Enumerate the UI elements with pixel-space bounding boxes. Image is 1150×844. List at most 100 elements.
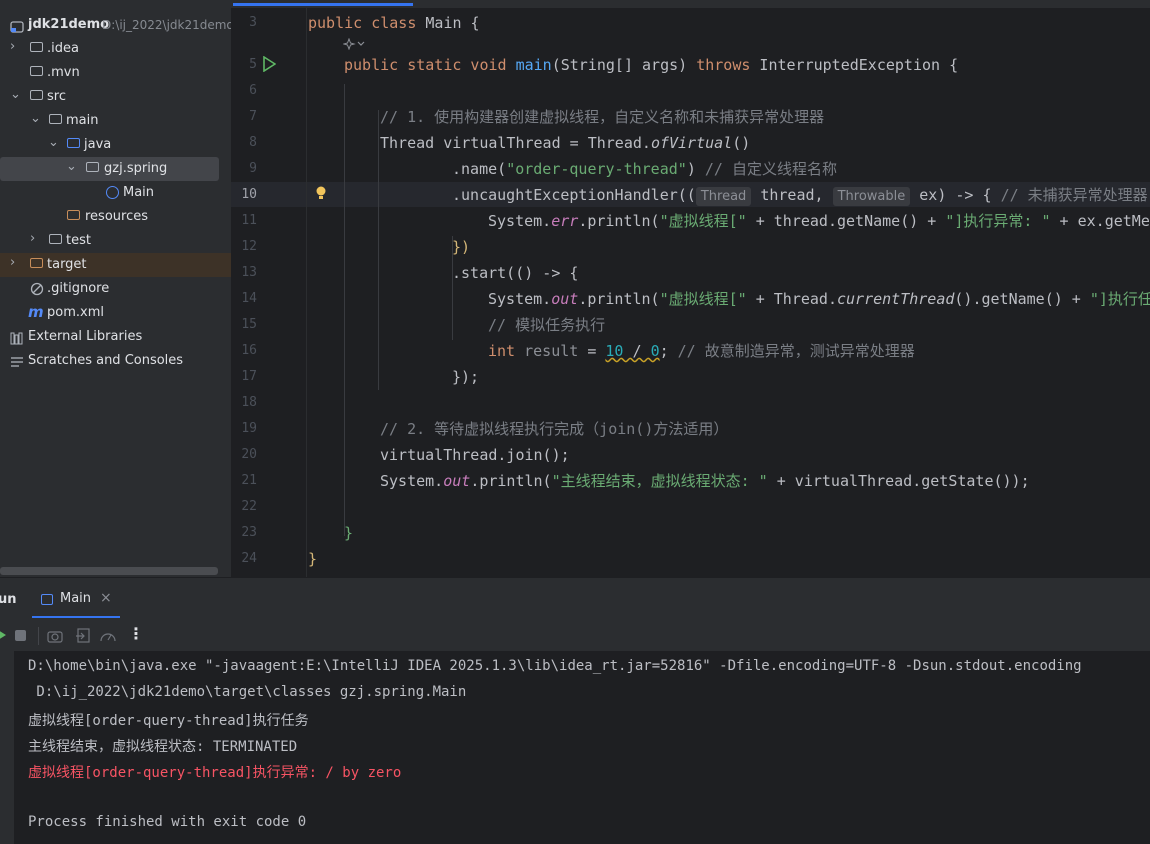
java-class-icon [106,186,119,199]
code-token: out [551,290,579,308]
code-line-14: System.out.println("虚拟线程[" + Thread.curr… [308,289,1150,309]
code-token: thread, [751,186,833,204]
line-number: 6 [249,83,257,98]
line-number: 23 [241,525,257,540]
editor-tab-strip [231,0,1150,8]
run-console[interactable]: ⋮ D:\home\bin\java.exe "-javaagent:E:\In… [0,621,1150,844]
tree-item-gitignore[interactable]: .gitignore [0,277,231,301]
package-icon [86,162,99,172]
code-token: Main [425,14,462,32]
folder-icon [49,114,62,124]
code-token: "虚拟线程[" [659,290,747,308]
line-number: 5 [249,57,257,72]
code-token: public static void [344,56,516,74]
line-number: 20 [241,447,257,462]
tree-root[interactable]: jdk21demo D:\ij_2022\jdk21demo [0,13,231,37]
line-number: 11 [241,213,257,228]
tree-item-label: Main [123,185,155,200]
chevron-right-icon[interactable]: › [30,231,42,249]
project-root-name: jdk21demo [28,17,110,32]
code-token: (String[] args) [551,56,697,74]
folder-icon [30,42,43,52]
line-number: 18 [241,395,257,410]
code-line-8: Thread virtualThread = Thread.ofVirtual(… [308,133,750,153]
tree-item-java[interactable]: ⌄ java [0,133,231,157]
run-tab-main[interactable]: Main × [32,584,120,618]
code-token: "]执行任 [1089,290,1150,308]
chevron-down-icon[interactable]: ⌄ [48,135,60,153]
code-line-7: // 1. 使用构建器创建虚拟线程，自定义名称和未捕获异常处理器 [380,108,825,126]
console-line: D:\ij_2022\jdk21demo\target\classes gzj.… [28,684,467,700]
code-token: ) [686,160,705,178]
folder-icon [30,90,43,100]
line-number: 7 [249,109,257,124]
code-line-20: virtualThread.join(); [380,446,570,464]
excluded-folder-icon [30,258,43,268]
tree-item-label: pom.xml [47,305,104,320]
camera-icon[interactable] [47,628,63,647]
line-number: 21 [241,473,257,488]
tree-item-scratches[interactable]: Scratches and Consoles [0,349,231,373]
tree-item-package-selected[interactable]: ⌄ gzj.spring [0,157,219,181]
line-number-current: 10 [241,187,257,202]
project-panel: jdk21demo D:\ij_2022\jdk21demo › .idea .… [0,0,231,577]
project-horizontal-scrollbar[interactable] [0,567,218,575]
resources-folder-icon [67,210,80,220]
code-line-12: }) [452,238,471,256]
line-number: 16 [241,343,257,358]
console-line-error: 虚拟线程[order-query-thread]执行异常: / by zero [28,765,402,781]
tree-item-resources[interactable]: resources [0,205,231,229]
chevron-right-icon[interactable]: › [10,39,22,57]
exit-icon[interactable] [75,628,91,648]
run-gutter-icon[interactable] [262,55,277,76]
run-tool-label[interactable]: Run [0,592,17,607]
code-token: Thread virtualThread = Thread. [380,134,651,152]
tree-item-pom[interactable]: m pom.xml [0,301,231,325]
line-number: 14 [241,291,257,306]
chevron-down-icon[interactable]: ⌄ [66,159,78,177]
tree-item-main[interactable]: ⌄ main [0,109,231,133]
code-line-19: // 2. 等待虚拟线程执行完成（join()方法适用） [380,420,729,438]
line-number: 15 [241,317,257,332]
code-token: .println( [470,472,552,490]
close-icon[interactable]: × [100,590,112,606]
line-number: 22 [241,499,257,514]
tree-item-label: Scratches and Consoles [28,353,184,368]
folder-icon [30,66,43,76]
gauge-icon[interactable] [99,628,117,648]
tree-item-src[interactable]: ⌄ src [0,85,231,109]
ignore-file-icon [30,281,44,300]
tree-item-idea[interactable]: › .idea [0,37,231,61]
tree-item-label: src [47,89,66,104]
code-editor[interactable]: 3 5 6 7 8 9 10 11 12 13 14 15 16 17 18 1… [231,0,1150,577]
tree-item-main-class[interactable]: Main [0,181,231,205]
ai-sparkle-icon[interactable] [342,35,367,54]
source-folder-icon [67,138,80,148]
more-options-icon[interactable]: ⋮ [128,624,144,643]
tree-item-label: .gitignore [47,281,110,296]
code-token: "]执行异常: " [945,212,1051,230]
stop-icon[interactable] [15,630,26,641]
code-token: + thread.getName() + [746,212,946,230]
project-root-path: D:\ij_2022\jdk21demo [102,18,231,32]
tree-item-target[interactable]: › target [0,253,231,277]
chevron-down-icon[interactable]: ⌄ [30,111,42,129]
code-token: + Thread. [746,290,837,308]
inlay-hint: Throwable [832,187,911,206]
chevron-right-icon[interactable]: › [10,255,22,273]
line-number: 12 [241,239,257,254]
tree-item-mvn[interactable]: .mvn [0,61,231,85]
tree-item-external-libraries[interactable]: External Libraries [0,325,231,349]
tree-item-label: External Libraries [28,329,143,344]
tree-item-test[interactable]: › test [0,229,231,253]
code-token: result [515,342,579,360]
rerun-icon[interactable] [0,627,8,647]
code-line-16: int result = 10 / 0; // 故意制造异常，测试异常处理器 [308,341,915,361]
line-number: 19 [241,421,257,436]
console-line: 主线程结束，虚拟线程状态: TERMINATED [28,739,298,755]
chevron-down-icon[interactable]: ⌄ [10,87,22,105]
libraries-icon [10,330,24,349]
code-token: ofVirtual [650,134,733,152]
code-token: InterruptedException { [750,56,959,74]
run-tab-label: Main [60,591,92,606]
